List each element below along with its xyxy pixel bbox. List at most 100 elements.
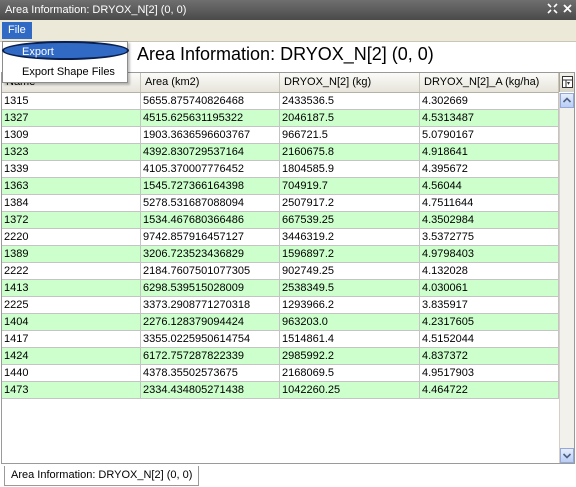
table-row[interactable]: 1424 6172.757287822339 2985992.2 4.837372	[2, 348, 559, 365]
vertical-scrollbar[interactable]	[559, 93, 574, 463]
table-cell: 963203.0	[280, 314, 420, 330]
table-cell: 1309	[2, 127, 141, 143]
table-cell: 2222	[2, 263, 141, 279]
table-cell: 4.132028	[420, 263, 559, 279]
table-row[interactable]: 1404 2276.128379094424 963203.0 4.2317605	[2, 314, 559, 331]
table-cell: 2225	[2, 297, 141, 313]
table-row[interactable]: 1323 4392.830729537164 2160675.8 4.918641	[2, 144, 559, 161]
table-cell: 1596897.2	[280, 246, 420, 262]
table-cell: 3206.723523436829	[141, 246, 280, 262]
data-table: Name Area (km2) DRYOX_N[2] (kg) DRYOX_N[…	[1, 72, 575, 464]
column-header-dryox[interactable]: DRYOX_N[2] (kg)	[280, 73, 420, 92]
table-cell: 4.030061	[420, 280, 559, 296]
table-cell: 2276.128379094424	[141, 314, 280, 330]
table-cell: 4.5152044	[420, 331, 559, 347]
table-cell: 4515.625631195322	[141, 110, 280, 126]
scroll-up-arrow[interactable]	[560, 93, 574, 108]
menu-bar: File	[0, 20, 576, 42]
table-cell: 4.837372	[420, 348, 559, 364]
table-cell: 1514861.4	[280, 331, 420, 347]
table-cell: 4.7511644	[420, 195, 559, 211]
table-cell: 3.5372775	[420, 229, 559, 245]
table-cell: 1545.727366164398	[141, 178, 280, 194]
table-row[interactable]: 2220 9742.857916457127 3446319.2 3.5372775	[2, 229, 559, 246]
table-cell: 4392.830729537164	[141, 144, 280, 160]
close-icon[interactable]	[561, 3, 574, 16]
table-cell: 1293966.2	[280, 297, 420, 313]
table-row[interactable]: 1384 5278.531687088094 2507917.2 4.7511644	[2, 195, 559, 212]
table-cell: 4.918641	[420, 144, 559, 160]
table-cell: 704919.7	[280, 178, 420, 194]
table-row[interactable]: 1363 1545.727366164398 704919.7 4.56044	[2, 178, 559, 195]
table-row[interactable]: 1413 6298.539515028009 2538349.5 4.030061	[2, 280, 559, 297]
table-cell: 2538349.5	[280, 280, 420, 296]
column-header-dryox-a[interactable]: DRYOX_N[2]_A (kg/ha)	[420, 73, 559, 92]
table-row[interactable]: 1473 2334.434805271438 1042260.25 4.464722	[2, 382, 559, 399]
table-cell: 1389	[2, 246, 141, 262]
maximize-icon[interactable]	[546, 3, 559, 16]
table-cell: 4.2317605	[420, 314, 559, 330]
table-cell: 4.464722	[420, 382, 559, 398]
table-cell: 4.5313487	[420, 110, 559, 126]
window-titlebar: Area Information: DRYOX_N[2] (0, 0)	[0, 0, 576, 20]
table-cell: 4.9517903	[420, 365, 559, 381]
table-row[interactable]: 1327 4515.625631195322 2046187.5 4.5313487	[2, 110, 559, 127]
table-cell: 1042260.25	[280, 382, 420, 398]
column-settings-button[interactable]	[559, 73, 574, 92]
table-cell: 5655.875740826468	[141, 93, 280, 109]
column-header-area[interactable]: Area (km2)	[141, 73, 280, 92]
table-row[interactable]: 1372 1534.467680366486 667539.25 4.3502984	[2, 212, 559, 229]
menu-item-export-shape-files-label: Export Shape Files	[22, 66, 115, 78]
table-cell: 2184.7607501077305	[141, 263, 280, 279]
table-cell: 2220	[2, 229, 141, 245]
table-cell: 1534.467680366486	[141, 212, 280, 228]
table-cell: 1417	[2, 331, 141, 347]
table-row[interactable]: 1339 4105.370007776452 1804585.9 4.395672	[2, 161, 559, 178]
table-row[interactable]: 1440 4378.35502573675 2168069.5 4.9517903	[2, 365, 559, 382]
table-cell: 9742.857916457127	[141, 229, 280, 245]
tab-area-information[interactable]: Area Information: DRYOX_N[2] (0, 0)	[4, 466, 200, 486]
table-cell: 2433536.5	[280, 93, 420, 109]
table-cell: 1323	[2, 144, 141, 160]
table-cell: 2334.434805271438	[141, 382, 280, 398]
table-cell: 3373.2908771270318	[141, 297, 280, 313]
table-cell: 1413	[2, 280, 141, 296]
menu-file[interactable]: File	[2, 22, 32, 39]
table-cell: 2507917.2	[280, 195, 420, 211]
table-cell: 4.395672	[420, 161, 559, 177]
table-row[interactable]: 1309 1903.3636596603767 966721.5 5.0790167	[2, 127, 559, 144]
table-cell: 5278.531687088094	[141, 195, 280, 211]
table-row[interactable]: 2225 3373.2908771270318 1293966.2 3.835917	[2, 297, 559, 314]
table-cell: 966721.5	[280, 127, 420, 143]
table-cell: 1404	[2, 314, 141, 330]
table-row[interactable]: 1315 5655.875740826468 2433536.5 4.302669	[2, 93, 559, 110]
table-cell: 2046187.5	[280, 110, 420, 126]
table-row[interactable]: 1417 3355.0225950614754 1514861.4 4.5152044	[2, 331, 559, 348]
page-title: Area Information: DRYOX_N[2] (0, 0)	[137, 44, 434, 64]
table-cell: 1440	[2, 365, 141, 381]
scroll-down-arrow[interactable]	[560, 448, 574, 463]
table-cell: 1424	[2, 348, 141, 364]
table-cell: 4.9798403	[420, 246, 559, 262]
table-cell: 5.0790167	[420, 127, 559, 143]
table-row[interactable]: 2222 2184.7607501077305 902749.25 4.132028	[2, 263, 559, 280]
table-cell: 3446319.2	[280, 229, 420, 245]
table-row[interactable]: 1389 3206.723523436829 1596897.2 4.9798403	[2, 246, 559, 263]
table-cell: 1339	[2, 161, 141, 177]
table-cell: 6172.757287822339	[141, 348, 280, 364]
column-settings-icon	[562, 76, 573, 88]
window-title: Area Information: DRYOX_N[2] (0, 0)	[5, 4, 187, 16]
menu-item-export[interactable]: Export	[2, 41, 129, 61]
table-cell: 1315	[2, 93, 141, 109]
table-cell: 3.835917	[420, 297, 559, 313]
table-cell: 1372	[2, 212, 141, 228]
table-body: 1315 5655.875740826468 2433536.5 4.302669 13…	[2, 93, 559, 399]
file-dropdown-menu: Export Export Shape Files	[2, 41, 129, 83]
table-cell: 902749.25	[280, 263, 420, 279]
table-cell: 4.302669	[420, 93, 559, 109]
table-cell: 667539.25	[280, 212, 420, 228]
menu-item-export-shape-files[interactable]: Export Shape Files	[3, 63, 127, 81]
table-cell: 6298.539515028009	[141, 280, 280, 296]
table-cell: 3355.0225950614754	[141, 331, 280, 347]
table-cell: 1363	[2, 178, 141, 194]
